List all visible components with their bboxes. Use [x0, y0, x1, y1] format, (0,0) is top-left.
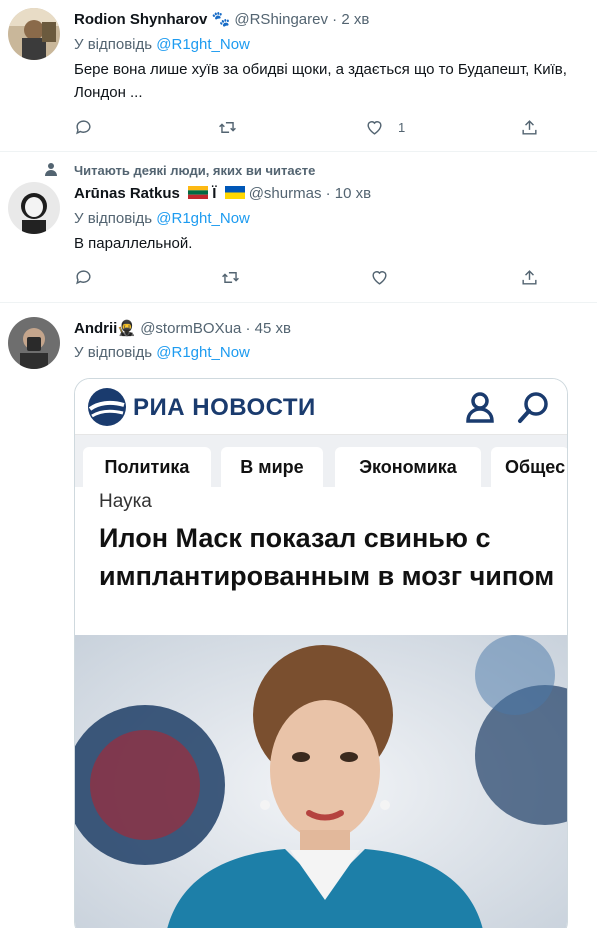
like-button[interactable]	[370, 266, 389, 288]
ukraine-flag-icon	[224, 186, 245, 199]
share-icon	[522, 119, 537, 135]
tweet-2[interactable]: Читають деякі люди, яких ви читаєте Arūn…	[0, 152, 597, 303]
tweet-actions: 1	[74, 116, 544, 138]
retweet-icon	[219, 121, 236, 133]
author-name-extra: Ї	[212, 185, 217, 202]
social-context: Читають деякі люди, яких ви читаєте	[74, 163, 316, 178]
lithuania-flag-icon	[188, 186, 209, 199]
tweet-time[interactable]: 2 хв	[341, 11, 369, 28]
author-handle[interactable]: @shurmas	[249, 185, 322, 202]
reply-to-link[interactable]: @R1ght_Now	[156, 344, 250, 361]
author-name[interactable]: Andrii	[74, 320, 117, 337]
separator-dot: ·	[325, 185, 331, 202]
tab-politics: Политика	[83, 447, 211, 487]
ria-logo-icon	[88, 388, 126, 426]
reply-context: У відповідь @R1ght_Now	[74, 209, 250, 229]
reply-to-link[interactable]: @R1ght_Now	[156, 36, 250, 53]
article-category: Наука	[99, 491, 152, 512]
author-handle[interactable]: @RShingarev	[234, 11, 328, 28]
tweet-time[interactable]: 10 хв	[335, 185, 371, 202]
tab-society: Общес	[491, 447, 567, 487]
user-icon	[466, 392, 494, 423]
reply-prefix: У відповідь	[74, 344, 153, 361]
tab-world: В мире	[221, 447, 323, 487]
avatar-arunas[interactable]	[8, 182, 60, 234]
heart-icon	[372, 270, 387, 285]
tweet-time[interactable]: 45 хв	[255, 320, 291, 337]
article-photo	[75, 635, 567, 928]
separator-dot: ·	[332, 11, 338, 28]
author-name[interactable]: Rodion Shynharov	[74, 11, 207, 28]
search-icon	[518, 392, 548, 423]
reply-prefix: У відповідь	[74, 36, 153, 53]
reply-icon	[76, 119, 91, 134]
tweet-text: В параллельной.	[74, 235, 193, 252]
reply-context: У відповідь @R1ght_Now	[74, 35, 250, 55]
author-name-emoji: 🥷	[117, 320, 137, 337]
tweet-media-image[interactable]: РИА НОВОСТИ Политика В мире Экономика Об…	[74, 378, 568, 928]
author-name-suffix: 🐾	[211, 11, 231, 28]
like-button[interactable]: 1	[365, 116, 405, 138]
tab-economy: Экономика	[335, 447, 481, 487]
separator-dot: ·	[245, 320, 251, 337]
avatar-rodion[interactable]	[8, 8, 60, 60]
ria-tabs: Политика В мире Экономика Общес	[75, 435, 567, 487]
person-icon	[45, 163, 57, 176]
share-icon	[522, 269, 537, 285]
reply-prefix: У відповідь	[74, 210, 153, 227]
share-button[interactable]	[520, 266, 539, 288]
heart-icon	[367, 120, 382, 135]
avatar-andrii[interactable]	[8, 317, 60, 369]
retweet-button[interactable]	[221, 266, 240, 288]
tweet-actions	[74, 266, 544, 288]
retweet-button[interactable]	[218, 116, 237, 138]
reply-context: У відповідь @R1ght_Now	[74, 343, 250, 363]
ria-logo-text: РИА НОВОСТИ	[133, 394, 316, 421]
like-count: 1	[398, 119, 406, 135]
ria-header: РИА НОВОСТИ	[75, 379, 567, 435]
retweet-icon	[222, 271, 239, 283]
tweet-1[interactable]: Rodion Shynharov 🐾 @RShingarev · 2 хв У …	[0, 0, 597, 152]
article-headline: Илон Маск показал свинью с имплантирован…	[99, 523, 555, 591]
share-button[interactable]	[520, 116, 539, 138]
author-handle[interactable]: @stormBOXua	[140, 320, 241, 337]
reply-to-link[interactable]: @R1ght_Now	[156, 210, 250, 227]
tweet-text: Бере вона лише хуїв за обидві щоки, а зд…	[74, 61, 567, 101]
reply-icon	[76, 269, 91, 284]
reply-button[interactable]	[74, 266, 93, 288]
reply-button[interactable]	[74, 116, 93, 138]
author-name[interactable]: Arūnas Ratkus	[74, 185, 180, 202]
